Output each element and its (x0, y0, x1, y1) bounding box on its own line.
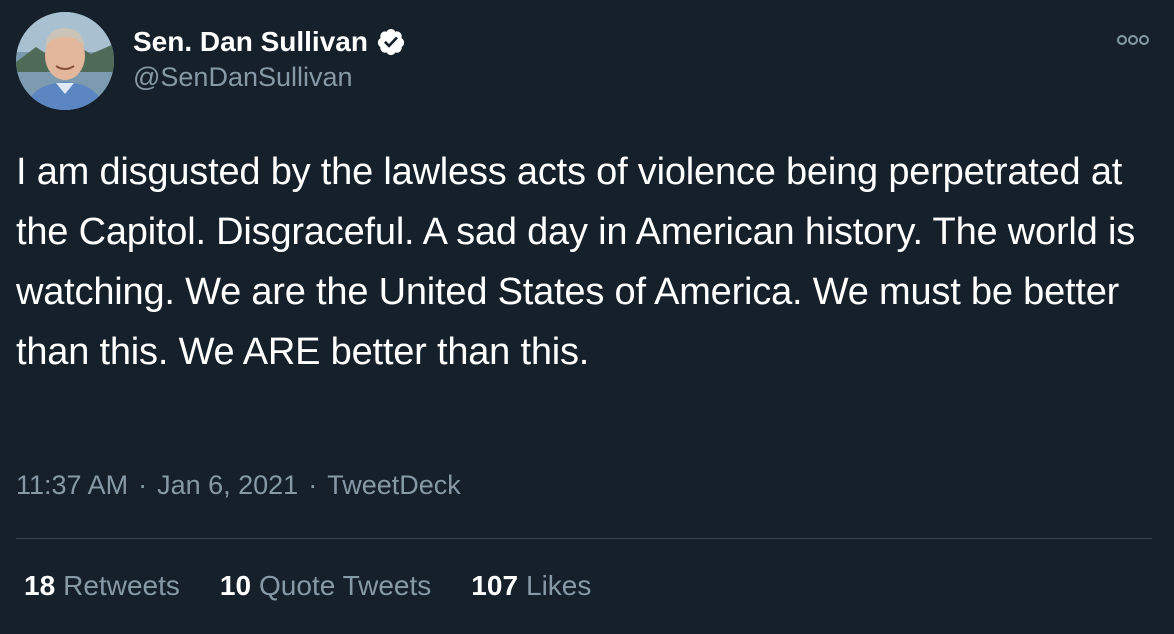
tweet-time[interactable]: 11:37 AM (16, 470, 128, 501)
meta-separator: · (308, 470, 318, 500)
retweets-count: 18 (24, 570, 56, 601)
likes-label: Likes (526, 570, 592, 601)
tweet-meta: 11:37 AM · Jan 6, 2021 · TweetDeck (16, 470, 461, 501)
author-display-name[interactable]: Sen. Dan Sullivan (133, 26, 368, 58)
likes-count: 107 (471, 570, 519, 601)
author-handle[interactable]: @SenDanSullivan (133, 62, 353, 93)
more-options-icon[interactable] (1110, 28, 1156, 52)
verified-badge-icon (376, 27, 406, 57)
tweet-text: I am disgusted by the lawless acts of vi… (16, 151, 1136, 373)
retweets-stat[interactable]: 18 Retweets (24, 570, 180, 602)
tweet-stats: 18 Retweets 10 Quote Tweets 107 Likes (24, 570, 591, 602)
tweet-source[interactable]: TweetDeck (327, 470, 461, 501)
tweet-date[interactable]: Jan 6, 2021 (157, 470, 298, 501)
quote-tweets-label: Quote Tweets (259, 570, 432, 601)
author-name-row: Sen. Dan Sullivan (133, 22, 406, 62)
tweet-card: Sen. Dan Sullivan @SenDanSullivan I am d… (0, 0, 1174, 634)
likes-stat[interactable]: 107 Likes (471, 570, 591, 602)
meta-separator: · (138, 470, 148, 500)
quote-tweets-stat[interactable]: 10 Quote Tweets (220, 570, 431, 602)
avatar[interactable] (16, 12, 114, 110)
quote-tweets-count: 10 (219, 570, 252, 601)
retweets-label: Retweets (63, 570, 180, 601)
divider (16, 538, 1152, 539)
